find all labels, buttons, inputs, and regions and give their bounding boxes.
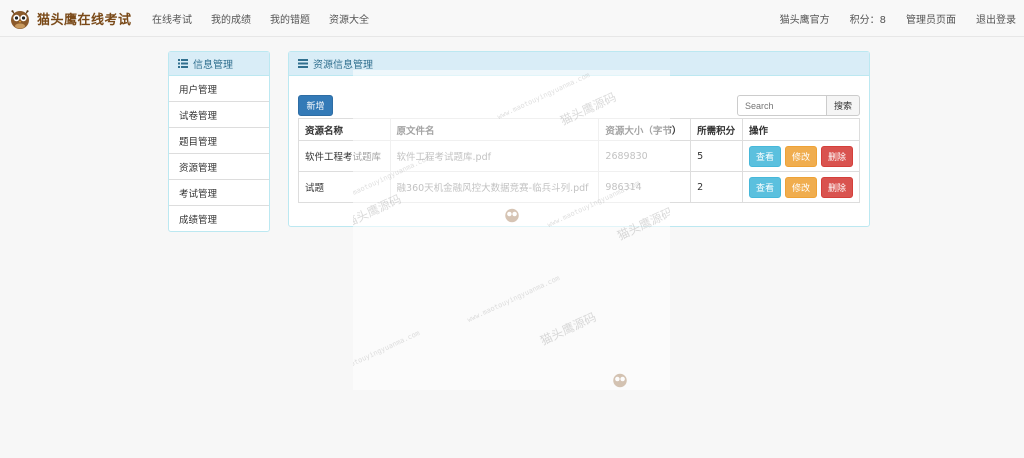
col-resource-name: 资源名称 xyxy=(298,118,391,141)
cell-actions: 查看 修改 删除 xyxy=(742,140,860,172)
sidebar-item-exams[interactable]: 考试管理 xyxy=(169,180,269,206)
col-file-name: 原文件名 xyxy=(389,118,600,141)
nav-my-mistakes[interactable]: 我的错题 xyxy=(270,11,310,26)
view-button[interactable]: 查看 xyxy=(749,176,781,198)
view-button[interactable]: 查看 xyxy=(749,145,781,167)
resource-table: 资源名称 原文件名 资源大小（字节） 所需积分 操作 软件工程考试题库 软件工程… xyxy=(298,118,860,203)
sidebar-item-users[interactable]: 用户管理 xyxy=(169,76,269,102)
sidebar-header: 信息管理 xyxy=(169,52,269,76)
cell-points: 2 xyxy=(690,171,743,203)
add-resource-button[interactable]: 新增 xyxy=(298,95,333,116)
col-points: 所需积分 xyxy=(690,118,743,141)
logout-link[interactable]: 退出登录 xyxy=(976,11,1016,26)
watermark-owl-icon xyxy=(613,373,627,388)
cell-size: 2689830 xyxy=(598,140,692,172)
cell-file-name: 融360天机金融风控大数据竞赛-临兵斗列.pdf xyxy=(389,171,600,203)
list-icon xyxy=(178,59,188,68)
cell-size: 986314 xyxy=(598,171,692,203)
sidebar-item-questions[interactable]: 题目管理 xyxy=(169,128,269,154)
search-button[interactable]: 搜索 xyxy=(826,95,860,116)
nav-official[interactable]: 猫头鹰官方 xyxy=(780,11,830,26)
resource-panel-title: 资源信息管理 xyxy=(313,60,373,71)
edit-button[interactable]: 修改 xyxy=(785,145,817,167)
points-display: 积分：8 xyxy=(849,15,886,26)
resource-panel-header: 资源信息管理 xyxy=(289,52,869,76)
edit-button[interactable]: 修改 xyxy=(785,176,817,198)
cell-resource-name: 试题 xyxy=(298,171,391,203)
delete-button[interactable]: 删除 xyxy=(821,176,853,198)
nav-admin-page[interactable]: 管理员页面 xyxy=(906,11,956,26)
table-row: 软件工程考试题库 软件工程考试题库.pdf 2689830 5 查看 修改 删除 xyxy=(298,140,860,172)
top-navbar: 猫头鹰在线考试 在线考试 我的成绩 我的错题 资源大全 猫头鹰官方 积分：8 管… xyxy=(0,0,1024,37)
cell-resource-name: 软件工程考试题库 xyxy=(298,140,391,172)
main-nav: 在线考试 我的成绩 我的错题 资源大全 xyxy=(152,0,388,37)
sidebar-panel: 信息管理 用户管理 试卷管理 题目管理 资源管理 考试管理 成绩管理 xyxy=(168,51,270,232)
sidebar-item-papers[interactable]: 试卷管理 xyxy=(169,102,269,128)
cell-actions: 查看 修改 删除 xyxy=(742,171,860,203)
nav-resources[interactable]: 资源大全 xyxy=(329,11,369,26)
table-header-row: 资源名称 原文件名 资源大小（字节） 所需积分 操作 xyxy=(298,118,860,141)
menu-icon xyxy=(298,59,308,68)
nav-my-scores[interactable]: 我的成绩 xyxy=(211,11,251,26)
search-input[interactable] xyxy=(737,95,827,116)
delete-button[interactable]: 删除 xyxy=(821,145,853,167)
sidebar-item-resources[interactable]: 资源管理 xyxy=(169,154,269,180)
watermark-url: www.maotouyingyuanma.com xyxy=(466,273,562,325)
col-size: 资源大小（字节） xyxy=(598,118,692,141)
nav-online-exam[interactable]: 在线考试 xyxy=(152,11,192,26)
owl-logo-icon xyxy=(11,10,29,29)
resource-panel: 资源信息管理 新增 搜索 资源名称 原文件名 资源大小（字节） 所需积分 操作 … xyxy=(288,51,870,227)
cell-file-name: 软件工程考试题库.pdf xyxy=(389,140,600,172)
user-nav: 猫头鹰官方 积分：8 管理员页面 退出登录 xyxy=(760,0,1016,37)
table-row: 试题 融360天机金融风控大数据竞赛-临兵斗列.pdf 986314 2 查看 … xyxy=(298,171,860,203)
brand-name: 猫头鹰在线考试 xyxy=(37,12,132,28)
sidebar-item-grades[interactable]: 成绩管理 xyxy=(169,206,269,232)
watermark-text: 猫头鹰源码 xyxy=(538,309,599,348)
sidebar-title: 信息管理 xyxy=(193,60,233,71)
watermark-url: www.maotouyingyuanma.com xyxy=(353,328,422,380)
cell-points: 5 xyxy=(690,140,743,172)
col-actions: 操作 xyxy=(742,118,860,141)
brand[interactable]: 猫头鹰在线考试 xyxy=(8,5,132,31)
